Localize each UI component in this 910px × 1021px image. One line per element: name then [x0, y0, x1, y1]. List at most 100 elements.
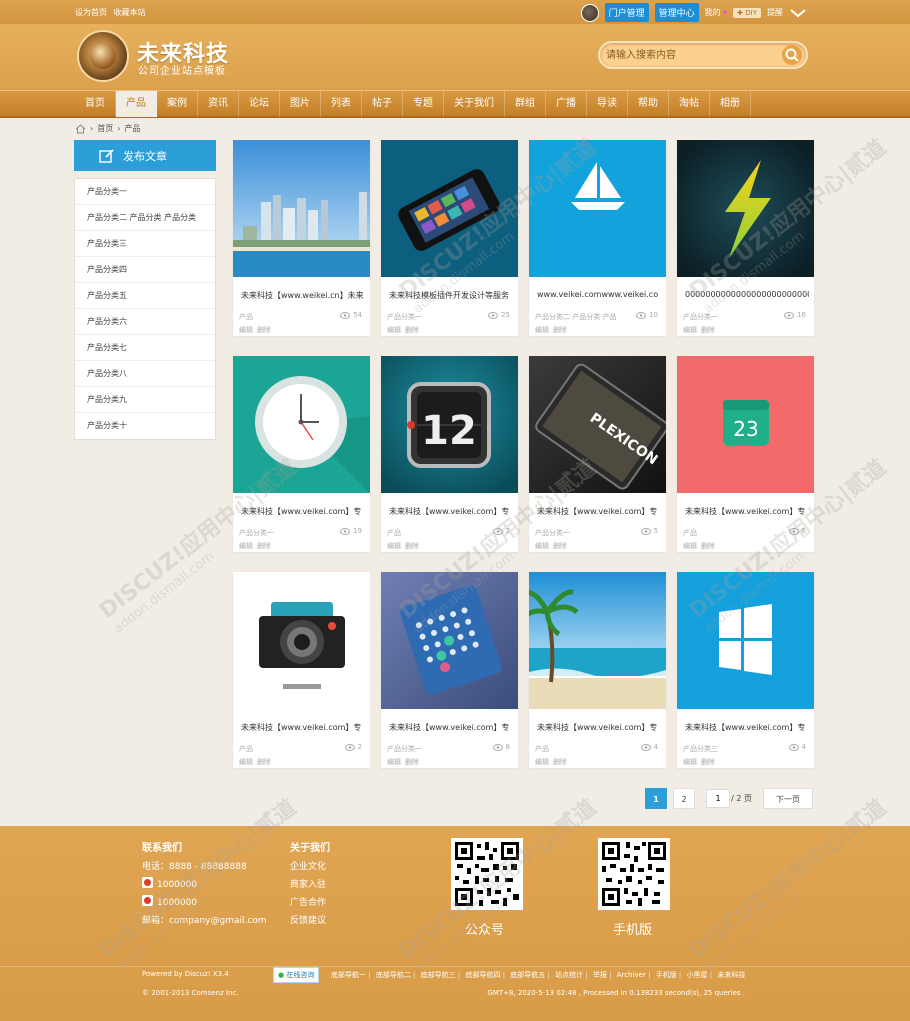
plexicon-tablet-image[interactable]: PLEXICON — [529, 356, 666, 493]
card-category[interactable]: 产品 — [683, 528, 697, 538]
card-title[interactable]: www.veikei.comwww.veikei.co — [537, 290, 661, 299]
nav-item-home[interactable]: 首页 — [75, 91, 116, 117]
category-item[interactable]: 产品分类八 — [75, 361, 215, 387]
card-title[interactable]: 未来科技模板插件开发设计等服务 — [389, 290, 513, 301]
delete-link[interactable]: 删除 — [405, 542, 419, 550]
footer-link[interactable]: 举报 — [593, 971, 612, 979]
lightning-image[interactable] — [677, 140, 814, 277]
product-card[interactable]: 未来科技【www.veikei.com】专 产品 4 编辑 删除 — [529, 572, 666, 768]
delete-link[interactable]: 删除 — [553, 758, 567, 766]
card-category[interactable]: 产品分类二 产品分类 产品 — [535, 312, 616, 322]
calendar-app-image[interactable] — [381, 572, 518, 709]
product-card[interactable]: 未来科技【www.veikei.com】专 产品分类一 19 编辑 删除 — [233, 356, 370, 552]
category-item[interactable]: 产品分类一 — [75, 179, 215, 205]
about-link[interactable]: 反馈建议 — [290, 912, 330, 930]
category-item[interactable]: 产品分类五 — [75, 283, 215, 309]
category-item[interactable]: 产品分类九 — [75, 387, 215, 413]
edit-link[interactable]: 编辑 — [535, 758, 549, 766]
edit-link[interactable]: 编辑 — [683, 326, 697, 334]
mine-menu[interactable]: 我的 ▾ — [705, 7, 728, 18]
card-title[interactable]: 未来科技【www.weikei.cn】未来 — [241, 290, 365, 301]
next-page-button[interactable]: 下一页 — [763, 788, 813, 809]
nav-item-products[interactable]: 产品 — [116, 91, 157, 117]
delete-link[interactable]: 删除 — [257, 326, 271, 334]
nav-item-help[interactable]: 帮助 — [628, 91, 669, 117]
card-category[interactable]: 产品 — [535, 744, 549, 754]
edit-link[interactable]: 编辑 — [683, 758, 697, 766]
footer-link[interactable]: 底部导航四 — [465, 971, 505, 979]
calendar-icon-image[interactable]: 23 — [677, 356, 814, 493]
delete-link[interactable]: 删除 — [701, 758, 715, 766]
delete-link[interactable]: 删除 — [405, 758, 419, 766]
product-card[interactable]: www.veikei.comwww.veikei.co 产品分类二 产品分类 产… — [529, 140, 666, 336]
page-link[interactable]: 2 — [673, 788, 695, 809]
product-card[interactable]: 12 未来科技【www.veikei.com】专 产品 2 编辑 删除 — [381, 356, 518, 552]
product-card[interactable]: 未来科技【www.veikei.com】专 产品 2 编辑 删除 — [233, 572, 370, 768]
footer-link[interactable]: 站点统计 — [555, 971, 588, 979]
nav-item-collections[interactable]: 淘帖 — [669, 91, 710, 117]
card-title[interactable]: 未来科技【www.veikei.com】专 — [241, 722, 365, 733]
edit-link[interactable]: 编辑 — [239, 758, 253, 766]
card-title[interactable]: 000000000000000000000000000 — [685, 290, 809, 299]
breadcrumb-current[interactable]: 产品 — [124, 123, 140, 134]
nav-item-guide[interactable]: 导读 — [587, 91, 628, 117]
delete-link[interactable]: 删除 — [553, 542, 567, 550]
category-item[interactable]: 产品分类四 — [75, 257, 215, 283]
delete-link[interactable]: 删除 — [701, 326, 715, 334]
product-card[interactable]: 未来科技模板插件开发设计等服务 产品分类一 25 编辑 删除 — [381, 140, 518, 336]
admin-center-button[interactable]: 管理中心 — [654, 3, 699, 22]
nav-item-cases[interactable]: 案例 — [157, 91, 198, 117]
card-category[interactable]: 产品分类三 — [683, 744, 718, 754]
nav-item-forum[interactable]: 论坛 — [239, 91, 280, 117]
card-title[interactable]: 未来科技【www.veikei.com】专 — [389, 506, 513, 517]
nav-item-images[interactable]: 图片 — [280, 91, 321, 117]
edit-link[interactable]: 编辑 — [683, 542, 697, 550]
footer-link[interactable]: 手机版 — [656, 971, 682, 979]
card-title[interactable]: 未来科技【www.veikei.com】专 — [685, 506, 809, 517]
page-jump-input[interactable] — [706, 789, 730, 808]
nav-item-topics[interactable]: 专题 — [403, 91, 444, 117]
delete-link[interactable]: 删除 — [553, 326, 567, 334]
card-category[interactable]: 产品分类一 — [387, 312, 422, 322]
footer-link[interactable]: 未来科技 — [717, 971, 745, 979]
product-card[interactable]: 未来科技【www.veikei.com】专 产品分类一 8 编辑 删除 — [381, 572, 518, 768]
camera-image[interactable] — [233, 572, 370, 709]
card-category[interactable]: 产品 — [239, 312, 253, 322]
contact-qq[interactable]: 1000000 — [142, 894, 267, 912]
footer-link[interactable]: 底部导航一 — [331, 971, 371, 979]
card-category[interactable]: 产品分类一 — [535, 528, 570, 538]
contact-qq[interactable]: 1000000 — [142, 876, 267, 894]
home-icon[interactable] — [75, 123, 86, 134]
footer-link[interactable]: 底部导航三 — [421, 971, 461, 979]
card-title[interactable]: 未来科技【www.veikei.com】专 — [389, 722, 513, 733]
card-category[interactable]: 产品 — [239, 744, 253, 754]
nav-item-groups[interactable]: 群组 — [505, 91, 546, 117]
category-item[interactable]: 产品分类二 产品分类 产品分类 — [75, 205, 215, 231]
nav-item-posts[interactable]: 帖子 — [362, 91, 403, 117]
delete-link[interactable]: 删除 — [405, 326, 419, 334]
product-card[interactable]: 未来科技【www.veikei.com】专 产品分类三 4 编辑 删除 — [677, 572, 814, 768]
nav-item-about[interactable]: 关于我们 — [444, 91, 505, 117]
edit-link[interactable]: 编辑 — [239, 542, 253, 550]
search-input[interactable] — [606, 48, 776, 62]
logo-emblem-icon[interactable] — [77, 30, 129, 82]
city-skyline-image[interactable] — [233, 140, 370, 277]
card-title[interactable]: 未来科技【www.veikei.com】专 — [537, 506, 661, 517]
product-card[interactable]: 23 未来科技【www.veikei.com】专 产品 6 编辑 删除 — [677, 356, 814, 552]
edit-link[interactable]: 编辑 — [535, 542, 549, 550]
publish-article-button[interactable]: 发布文章 — [74, 140, 216, 171]
powered-by[interactable]: Powered by Discuz! X3.4 — [142, 970, 229, 978]
delete-link[interactable]: 删除 — [701, 542, 715, 550]
product-card[interactable]: 000000000000000000000000000 产品分类一 16 编辑删… — [677, 140, 814, 336]
diy-button[interactable]: ✚ DIY — [733, 7, 761, 18]
sailboat-image[interactable] — [529, 140, 666, 277]
edit-link[interactable]: 编辑 — [535, 326, 549, 334]
category-item[interactable]: 产品分类十 — [75, 413, 215, 439]
card-title[interactable]: 未来科技【www.veikei.com】专 — [685, 722, 809, 733]
online-consult-button[interactable]: ● 在线咨询 — [273, 967, 320, 983]
breadcrumb-home[interactable]: 首页 — [97, 123, 113, 134]
footer-link[interactable]: 小黑屋 — [687, 971, 713, 979]
card-title[interactable]: 未来科技【www.veikei.com】专 — [537, 722, 661, 733]
product-card[interactable]: PLEXICON 未来科技【www.veikei.com】专 产品分类一 5 编… — [529, 356, 666, 552]
category-item[interactable]: 产品分类六 — [75, 309, 215, 335]
